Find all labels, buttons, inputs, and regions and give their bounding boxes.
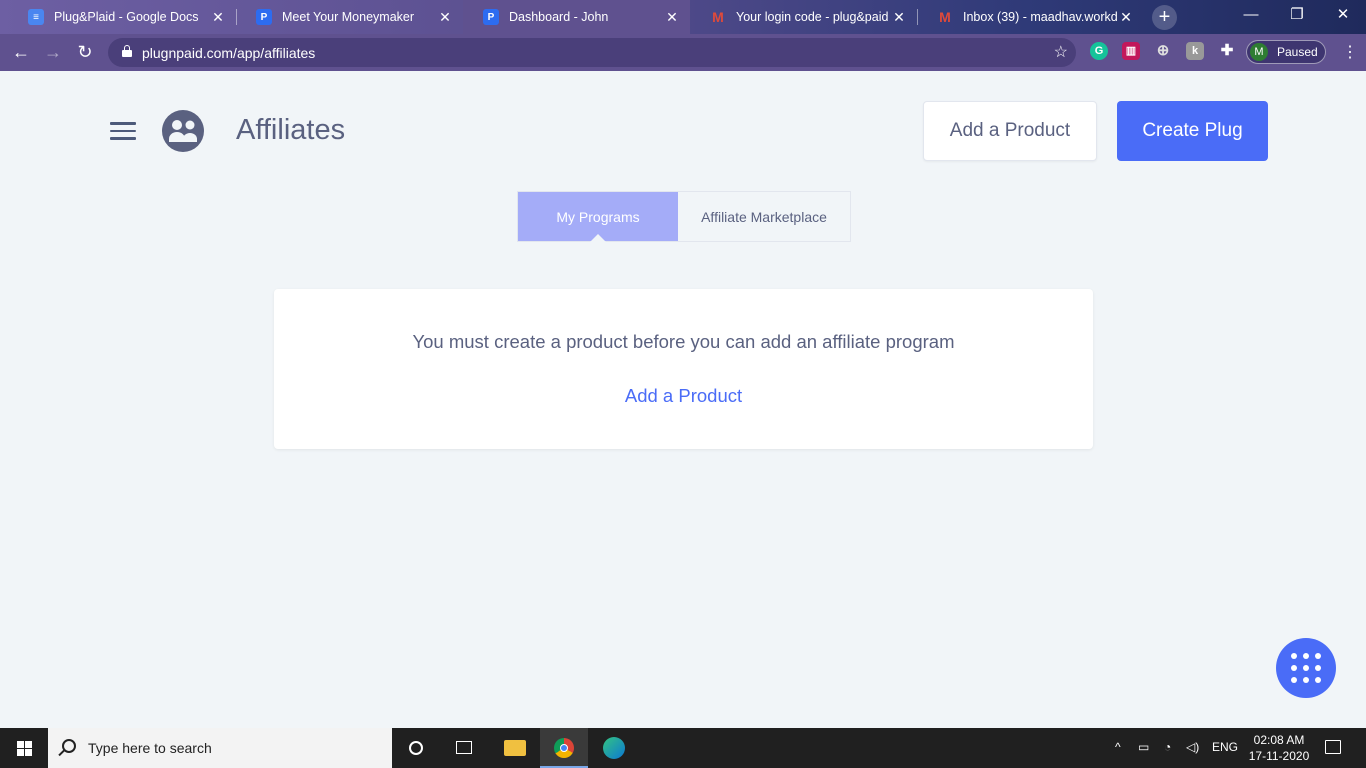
affiliates-icon bbox=[162, 110, 204, 152]
grammarly-extension-icon[interactable]: G bbox=[1090, 42, 1108, 60]
browser-tab-moneymaker[interactable]: P Meet Your Moneymaker ✕ bbox=[236, 0, 463, 34]
tab-title: Dashboard - John bbox=[509, 10, 609, 24]
plugnpaid-icon: P bbox=[483, 9, 499, 25]
docs-icon: ≡ bbox=[28, 9, 44, 25]
browser-menu-icon[interactable]: ⋮ bbox=[1342, 42, 1358, 62]
avatar: M bbox=[1250, 43, 1268, 61]
page-title: Affiliates bbox=[236, 114, 346, 146]
puzzle-extensions-icon[interactable]: ✚ bbox=[1218, 42, 1236, 60]
close-icon[interactable]: ✕ bbox=[437, 9, 453, 26]
chrome-taskbar-icon[interactable] bbox=[540, 728, 588, 768]
browser-tab-inbox[interactable]: M Inbox (39) - maadhav.workdoc ✕ bbox=[917, 0, 1144, 34]
plugnpaid-icon: P bbox=[256, 9, 272, 25]
battery-icon[interactable]: ▭ bbox=[1138, 740, 1149, 754]
tab-title: Your login code - plug&paid - bbox=[736, 10, 891, 24]
restore-button[interactable]: ❐ bbox=[1274, 0, 1320, 30]
back-icon[interactable]: ← bbox=[8, 40, 34, 66]
create-plug-button[interactable]: Create Plug bbox=[1117, 101, 1268, 161]
browser-tab-dashboard[interactable]: P Dashboard - John ✕ bbox=[463, 0, 690, 34]
clock-date: 17-11-2020 bbox=[1248, 749, 1310, 763]
browser-tab-strip: ≡ Plug&Plaid - Google Docs ✕ P Meet Your… bbox=[0, 0, 1366, 34]
profile-button[interactable]: M Paused bbox=[1246, 40, 1326, 64]
search-icon bbox=[62, 739, 76, 753]
reload-icon[interactable]: ↻ bbox=[72, 40, 98, 66]
bookmark-star-icon[interactable]: ☆ bbox=[1054, 42, 1068, 62]
cortana-icon[interactable] bbox=[392, 728, 440, 768]
forward-icon[interactable]: → bbox=[40, 40, 66, 66]
notification-center-icon[interactable] bbox=[1325, 740, 1341, 754]
globe-extension-icon[interactable]: ⊕ bbox=[1154, 42, 1172, 60]
affiliate-tabs: My Programs Affiliate Marketplace bbox=[517, 191, 851, 242]
browser-tab-google-docs[interactable]: ≡ Plug&Plaid - Google Docs ✕ bbox=[8, 0, 236, 34]
empty-state-message: You must create a product before you can… bbox=[412, 331, 955, 352]
search-placeholder: Type here to search bbox=[88, 740, 212, 756]
task-view-icon[interactable] bbox=[440, 728, 488, 768]
taskbar-clock[interactable]: 02:08 AM 17-11-2020 bbox=[1244, 732, 1314, 764]
close-icon[interactable]: ✕ bbox=[664, 9, 680, 26]
minimize-button[interactable]: — bbox=[1228, 0, 1274, 30]
lock-icon bbox=[122, 45, 132, 57]
tab-title: Plug&Plaid - Google Docs bbox=[54, 10, 199, 24]
url-text: plugnpaid.com/app/affiliates bbox=[142, 45, 316, 61]
file-explorer-icon[interactable] bbox=[490, 728, 538, 768]
tab-my-programs[interactable]: My Programs bbox=[518, 192, 678, 242]
windows-start-icon[interactable] bbox=[0, 728, 48, 768]
taskbar-search-box[interactable]: Type here to search bbox=[48, 728, 392, 768]
close-window-button[interactable]: ✕ bbox=[1320, 0, 1366, 30]
language-indicator[interactable]: ENG bbox=[1212, 740, 1238, 754]
empty-state-card: You must create a product before you can… bbox=[274, 289, 1093, 449]
address-bar[interactable]: plugnpaid.com/app/affiliates ☆ bbox=[108, 38, 1076, 67]
tab-title: Meet Your Moneymaker bbox=[282, 10, 415, 24]
close-icon[interactable]: ✕ bbox=[1118, 9, 1134, 26]
new-tab-button[interactable]: + bbox=[1152, 5, 1177, 30]
apps-grid-button[interactable] bbox=[1276, 638, 1336, 698]
edge-taskbar-icon[interactable] bbox=[590, 728, 638, 768]
browser-tab-login-code[interactable]: M Your login code - plug&paid - ✕ bbox=[690, 0, 917, 34]
extension-icon[interactable]: k bbox=[1186, 42, 1204, 60]
add-product-button[interactable]: Add a Product bbox=[923, 101, 1097, 161]
windows-taskbar: Type here to search ^ ▭ ◔ ◁) ENG 02:08 A… bbox=[0, 728, 1366, 768]
tab-title: Inbox (39) - maadhav.workdoc bbox=[963, 10, 1118, 24]
extension-icon[interactable]: ▥ bbox=[1122, 42, 1140, 60]
add-product-link[interactable]: Add a Product bbox=[274, 385, 1093, 407]
gmail-icon: M bbox=[939, 9, 951, 25]
profile-status: Paused bbox=[1277, 45, 1318, 59]
gmail-icon: M bbox=[712, 9, 724, 25]
close-icon[interactable]: ✕ bbox=[210, 9, 226, 26]
tab-affiliate-marketplace[interactable]: Affiliate Marketplace bbox=[678, 192, 850, 241]
tray-chevron-icon[interactable]: ^ bbox=[1115, 740, 1121, 754]
volume-icon[interactable]: ◁) bbox=[1186, 740, 1199, 754]
clock-time: 02:08 AM bbox=[1253, 733, 1305, 747]
hamburger-menu-icon[interactable] bbox=[110, 122, 136, 140]
wifi-icon[interactable]: ◔ bbox=[1164, 740, 1171, 754]
close-icon[interactable]: ✕ bbox=[891, 9, 907, 26]
